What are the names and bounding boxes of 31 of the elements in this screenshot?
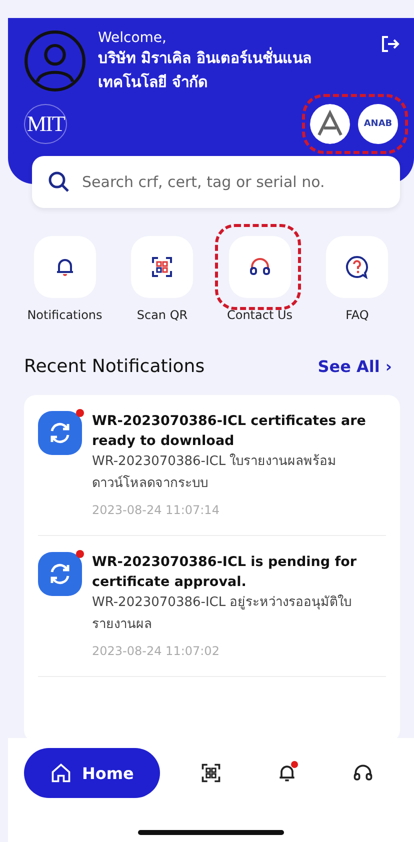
- home-icon: [50, 762, 72, 784]
- search-field[interactable]: Search crf, cert, tag or serial no.: [32, 156, 400, 208]
- question-bubble-icon: [345, 255, 370, 279]
- company-logo: MIT: [24, 104, 68, 144]
- quick-action-button[interactable]: [131, 236, 194, 298]
- notification-time: 2023-08-24 11:07:14: [92, 503, 220, 517]
- notification-title: WR-2023070386-ICL certificates are ready to download: [92, 412, 367, 451]
- company-name: บริษัท มิราเคิล อินเตอร์เนชั่นแนล เทคโนโลยี จำกัด: [98, 46, 312, 93]
- quick-action-label: Contact Us: [226, 308, 293, 322]
- quick-action-label: Scan QR: [136, 308, 188, 322]
- accreditation-badge-icon: [310, 104, 350, 144]
- quick-action-label: Notifications: [27, 308, 102, 322]
- quick-action-button[interactable]: [326, 236, 388, 298]
- accreditation-badge: ANAB: [358, 104, 398, 144]
- search-icon: [48, 171, 70, 193]
- quick-action-button[interactable]: [34, 236, 96, 298]
- section-heading: Recent Notifications: [24, 356, 205, 377]
- notification-body: WR-2023070386-ICL ใบรายงานผลพร้อมดาวน์โหลดจากระบบ: [92, 452, 338, 493]
- welcome-text: Welcome,: [98, 30, 168, 46]
- logout-icon[interactable]: [380, 34, 400, 54]
- user-avatar-icon: [24, 30, 86, 92]
- see-all-link[interactable]: See All ›: [318, 357, 392, 376]
- qr-scan-icon: [200, 762, 222, 784]
- sync-icon: [38, 552, 82, 596]
- nav-tab[interactable]: Home: [24, 748, 160, 798]
- notification-title: WR-2023070386-ICL is pending for certificate approval.: [92, 553, 358, 592]
- qr-scan-icon: [150, 255, 174, 279]
- notification-body: WR-2023070386-ICL อยู่ระหว่างรออนุมัติใบรายงานผล: [92, 594, 353, 634]
- quick-action-label: FAQ: [346, 308, 369, 322]
- sync-icon: [38, 411, 82, 455]
- notification-time: 2023-08-24 11:07:02: [92, 644, 220, 658]
